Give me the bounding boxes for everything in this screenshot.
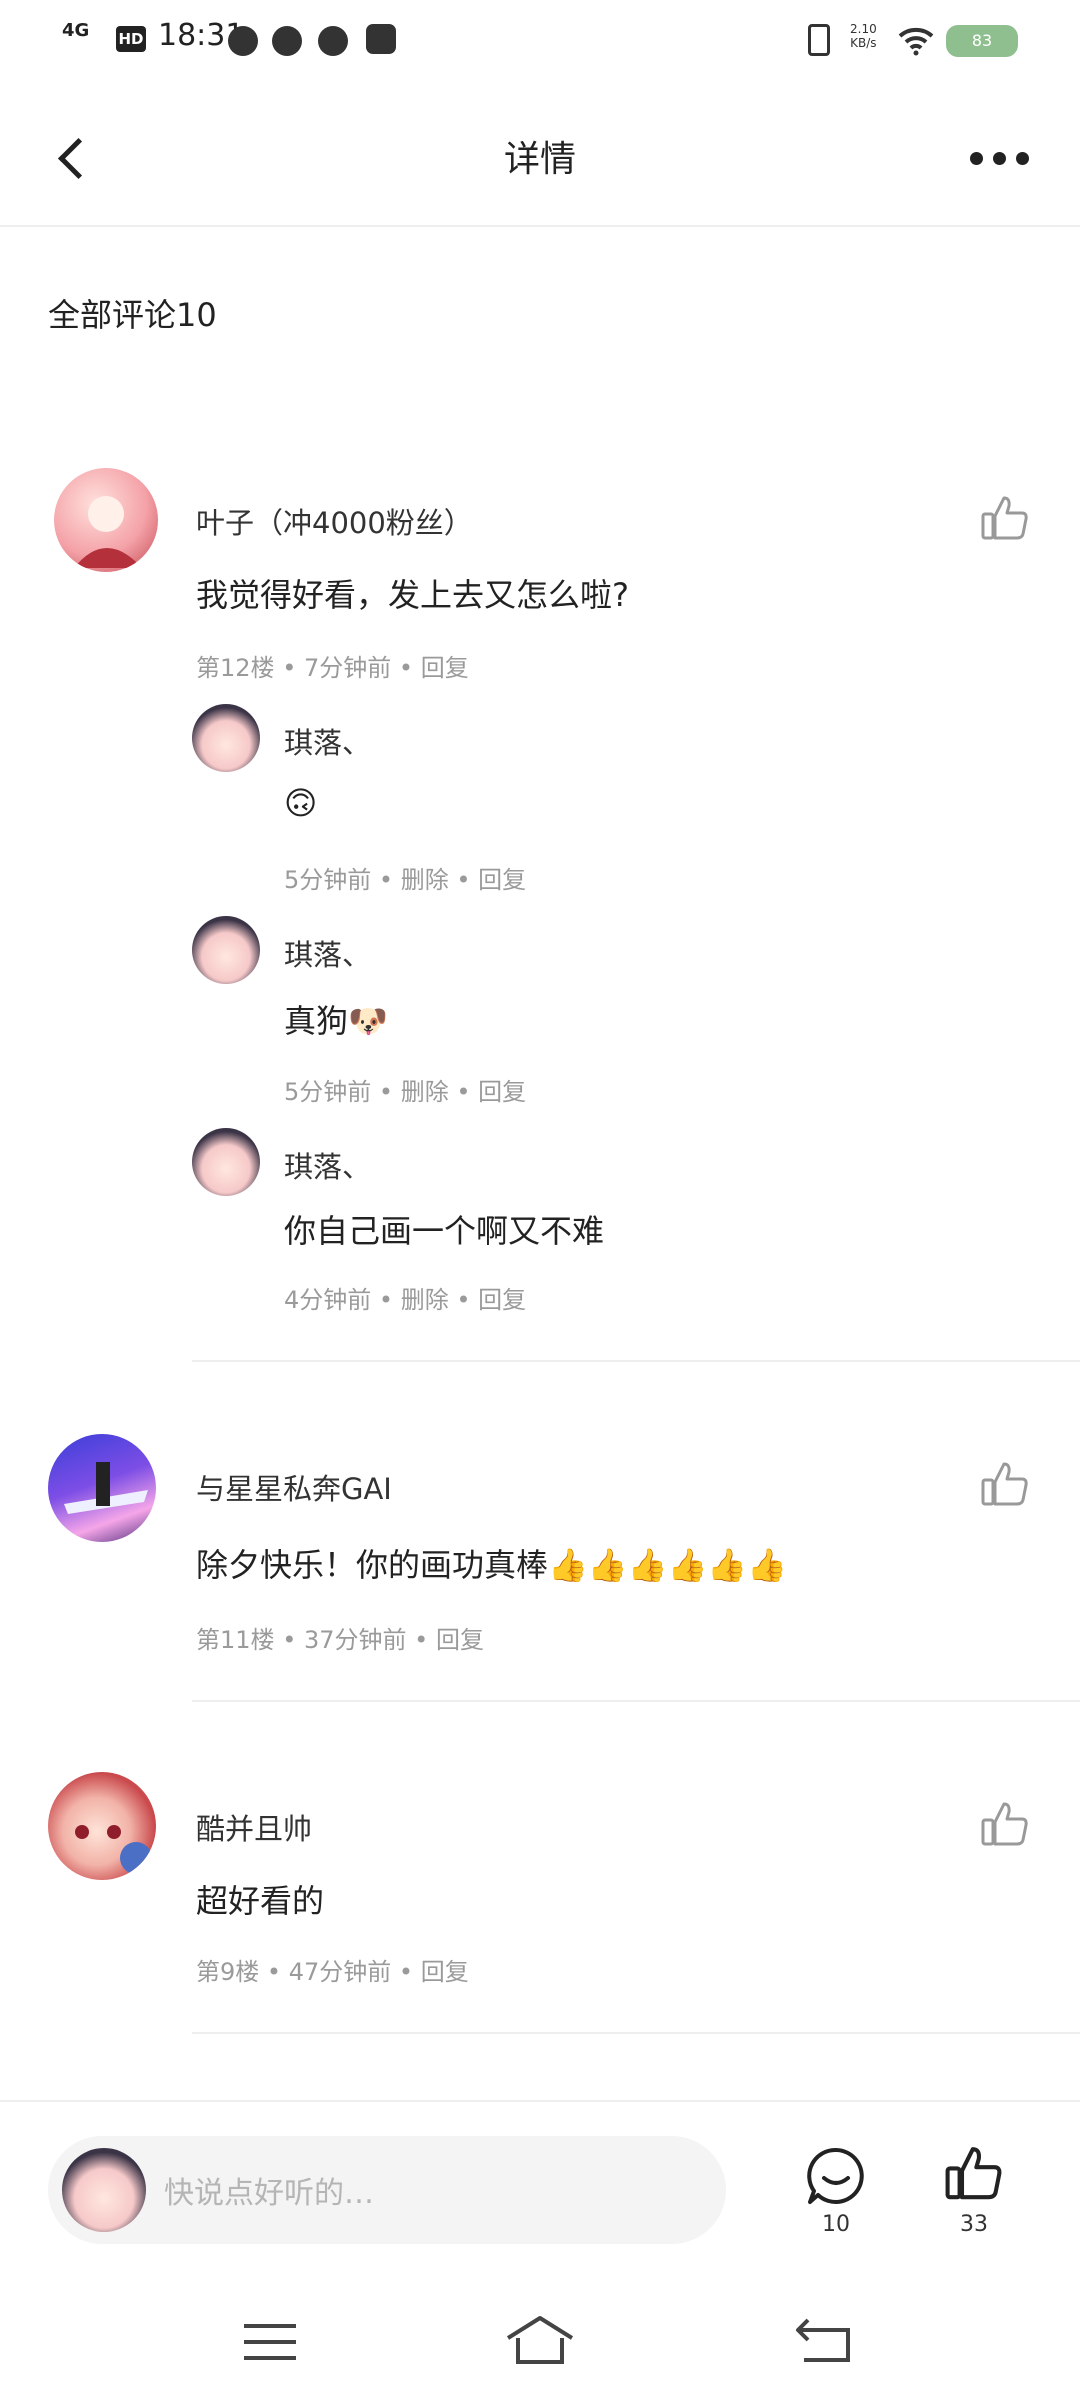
avatar[interactable] [54,468,158,572]
like-icon[interactable] [980,1458,1036,1514]
vibrate-icon [808,24,830,56]
app-icon [366,24,396,54]
reply-text: 真狗🐶 [284,1002,388,1040]
divider [192,1700,1080,1702]
status-bar: 4G HD 18:31 2.10 KB/s 83 [0,0,1080,80]
reply-meta: 4分钟前 • 删除 • 回复 [284,1286,527,1314]
hd-badge: HD [116,26,146,52]
comments-count-label: 全部评论10 [48,296,217,334]
speedometer-icon [228,26,258,56]
comment-text: 除夕快乐！你的画功真棒👍👍👍👍👍👍 [196,1546,788,1584]
reply-meta: 5分钟前 • 删除 • 回复 [284,866,527,894]
reply-text: 你自己画一个啊又不难 [284,1212,605,1250]
comment-floor: 第11楼 [196,1626,275,1654]
comment-floor: 第12楼 [196,654,275,682]
like-icon[interactable] [980,492,1036,548]
comment-input-placeholder: 快说点好听的… [164,2176,374,2211]
delete-button[interactable]: 删除 [401,1286,449,1314]
wifi-icon [898,26,934,63]
comment-meta: 第12楼 • 7分钟前 • 回复 [196,654,469,682]
comment-author[interactable]: 酷并且帅 [196,1806,312,1848]
home-icon[interactable] [504,2314,576,2366]
reply-button[interactable]: 回复 [478,1286,526,1314]
comment-time: 7分钟前 [303,654,392,682]
reply-button[interactable]: 回复 [478,1078,526,1106]
comment-bubble-icon[interactable] [806,2146,866,2206]
speed-value: 2.10 [850,22,877,36]
comment-meta: 第11楼 • 37分钟前 • 回复 [196,1626,484,1654]
like-icon[interactable] [944,2142,1004,2202]
audio-icon [318,26,348,56]
avatar[interactable] [192,916,260,984]
reply-button[interactable]: 回复 [478,866,526,894]
divider [192,1360,1080,1362]
speed-unit: KB/s [850,36,877,50]
avatar[interactable] [192,1128,260,1196]
avatar[interactable] [48,1434,156,1542]
network-indicator: 4G [62,20,90,41]
avatar[interactable] [48,1772,156,1880]
reply-author[interactable]: 琪落、 [284,932,371,974]
back-nav-icon[interactable] [794,2316,852,2364]
more-options-icon[interactable] [970,150,1039,169]
reply-button[interactable]: 回复 [421,654,469,682]
top-nav: 详情 [0,80,1080,227]
play-icon [272,26,302,56]
reply-button[interactable]: 回复 [436,1626,484,1654]
comment-author[interactable]: 叶子（冲4000粉丝） [196,500,473,542]
comment-meta: 第9楼 • 47分钟前 • 回复 [196,1958,469,1986]
delete-button[interactable]: 删除 [401,866,449,894]
reply-author[interactable]: 琪落、 [284,720,371,762]
system-nav-bar [0,2280,1080,2408]
avatar [62,2148,146,2232]
delete-button[interactable]: 删除 [401,1078,449,1106]
like-count: 33 [960,2212,988,2237]
reply-meta: 5分钟前 • 删除 • 回复 [284,1078,527,1106]
comment-floor: 第9楼 [196,1958,260,1986]
reply-time: 5分钟前 [284,1078,372,1106]
comment-input[interactable]: 快说点好听的… [48,2136,726,2244]
comment-text: 我觉得好看，发上去又怎么啦? [196,576,629,614]
reply-text: 🙃 [284,784,318,822]
comment-count: 10 [822,2212,850,2237]
comment-bar: 快说点好听的… 10 33 [0,2100,1080,2282]
page-title: 详情 [503,139,576,180]
reply-time: 4分钟前 [284,1286,372,1314]
comment-text: 超好看的 [196,1882,325,1920]
reply-button[interactable]: 回复 [421,1958,469,1986]
battery-indicator: 83 [946,25,1018,57]
avatar[interactable] [192,704,260,772]
divider [192,2032,1080,2034]
reply-time: 5分钟前 [284,866,372,894]
comment-author[interactable]: 与星星私奔GAI [196,1466,392,1508]
menu-icon[interactable] [244,2320,296,2364]
reply-author[interactable]: 琪落、 [284,1144,371,1186]
comment-time: 37分钟前 [303,1626,407,1654]
comment-time: 47分钟前 [288,1958,392,1986]
like-icon[interactable] [980,1798,1036,1854]
network-speed: 2.10 KB/s [850,22,877,50]
